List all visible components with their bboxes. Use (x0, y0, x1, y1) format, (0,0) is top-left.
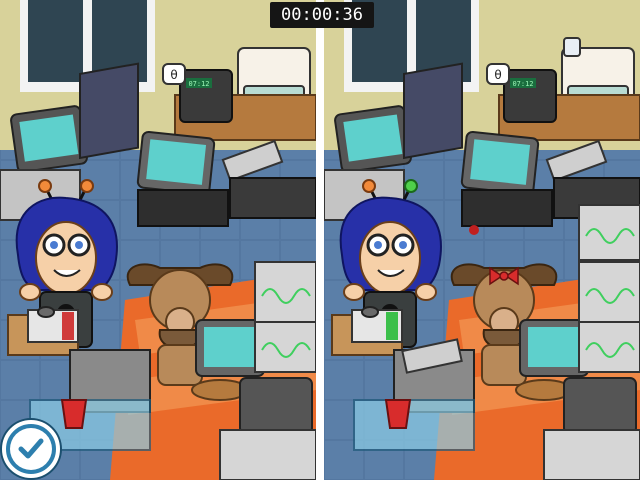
red-cup[interactable] (60, 399, 88, 429)
antenna-ball (404, 179, 418, 193)
scene-left[interactable]: 07:12 θ (0, 0, 316, 480)
monitor-screen (528, 327, 580, 367)
scene-right[interactable]: 07:12 θ (324, 0, 640, 480)
monitor-screen (343, 114, 403, 162)
antenna-ball (80, 179, 94, 193)
checkmark-icon (10, 428, 52, 470)
desktop-case[interactable] (543, 429, 640, 480)
wall-switch-label: θ (494, 68, 501, 82)
game-timer: 00:00:36 (270, 2, 374, 28)
antenna-ball (362, 179, 376, 193)
face (35, 221, 97, 295)
monitor-screen (146, 139, 207, 185)
right-panel[interactable]: 07:12 θ (324, 0, 640, 480)
monitor-screen (204, 327, 256, 367)
face (359, 221, 421, 295)
left-panel[interactable]: 07:12 θ (0, 0, 316, 480)
red-cup[interactable] (384, 399, 412, 429)
tower-computer[interactable] (79, 62, 139, 160)
desktop-case[interactable] (219, 429, 316, 480)
book[interactable] (62, 312, 74, 340)
panel-divider (316, 0, 324, 480)
digital-clock-icon[interactable] (503, 69, 557, 123)
checkmark-button[interactable] (2, 420, 60, 478)
coffee-mug-icon[interactable] (563, 37, 581, 57)
glass-desk (353, 399, 475, 451)
monitor[interactable] (239, 377, 313, 435)
digital-clock-icon[interactable] (179, 69, 233, 123)
monitor[interactable] (563, 377, 637, 435)
monitor-screen (19, 114, 79, 162)
antenna-ball (38, 179, 52, 193)
desktop-case[interactable] (461, 189, 553, 227)
clock-display-text: 07:12 (188, 80, 209, 88)
wall-switch-label: θ (170, 68, 177, 82)
window-pane (28, 0, 83, 82)
book[interactable] (386, 312, 398, 340)
power-light[interactable] (469, 225, 479, 235)
monitor-screen (470, 139, 531, 185)
tower-computer[interactable] (403, 62, 463, 160)
clock-display-text: 07:12 (512, 80, 533, 88)
desktop-case[interactable] (137, 189, 229, 227)
mouse[interactable] (37, 306, 55, 318)
rack-unit[interactable] (229, 177, 316, 219)
mouse[interactable] (361, 306, 379, 318)
